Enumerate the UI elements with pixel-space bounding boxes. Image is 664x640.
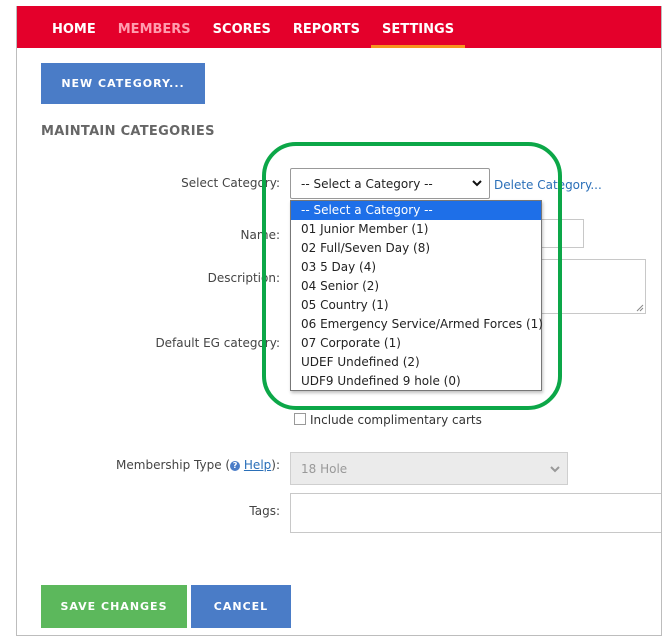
help-icon: ? [230,460,241,471]
complimentary-carts-checkbox[interactable] [294,413,306,425]
nav-home[interactable]: HOME [41,6,107,48]
tags-label: Tags: [249,504,280,518]
resize-handle-icon[interactable] [636,304,644,312]
nav-members[interactable]: MEMBERS [107,6,202,48]
save-changes-button[interactable]: SAVE CHANGES [41,585,187,628]
membership-type-suffix: ): [271,458,280,472]
membership-type-prefix: Membership Type ( [116,458,231,472]
membership-type-select[interactable]: 18 Hole [290,452,568,485]
main-nav: HOME MEMBERS SCORES REPORTS SETTINGS [41,6,466,48]
top-nav-bar: HOME MEMBERS SCORES REPORTS SETTINGS [17,6,661,48]
nav-reports[interactable]: REPORTS [282,6,371,48]
annotation-highlight-ring [262,142,562,410]
tags-input[interactable] [290,493,661,533]
app-frame: HOME MEMBERS SCORES REPORTS SETTINGS NEW… [16,6,662,636]
membership-type-value: 18 Hole [301,462,348,476]
membership-type-help-link[interactable]: Help [244,458,271,472]
chevron-down-icon [550,466,560,473]
section-title: MAINTAIN CATEGORIES [41,124,215,139]
complimentary-carts-label: Include complimentary carts [310,413,482,427]
new-category-button[interactable]: NEW CATEGORY... [41,63,205,104]
nav-scores[interactable]: SCORES [202,6,282,48]
cancel-button[interactable]: CANCEL [191,585,291,628]
membership-type-label: Membership Type (? Help): [116,458,280,472]
nav-settings[interactable]: SETTINGS [371,6,466,48]
